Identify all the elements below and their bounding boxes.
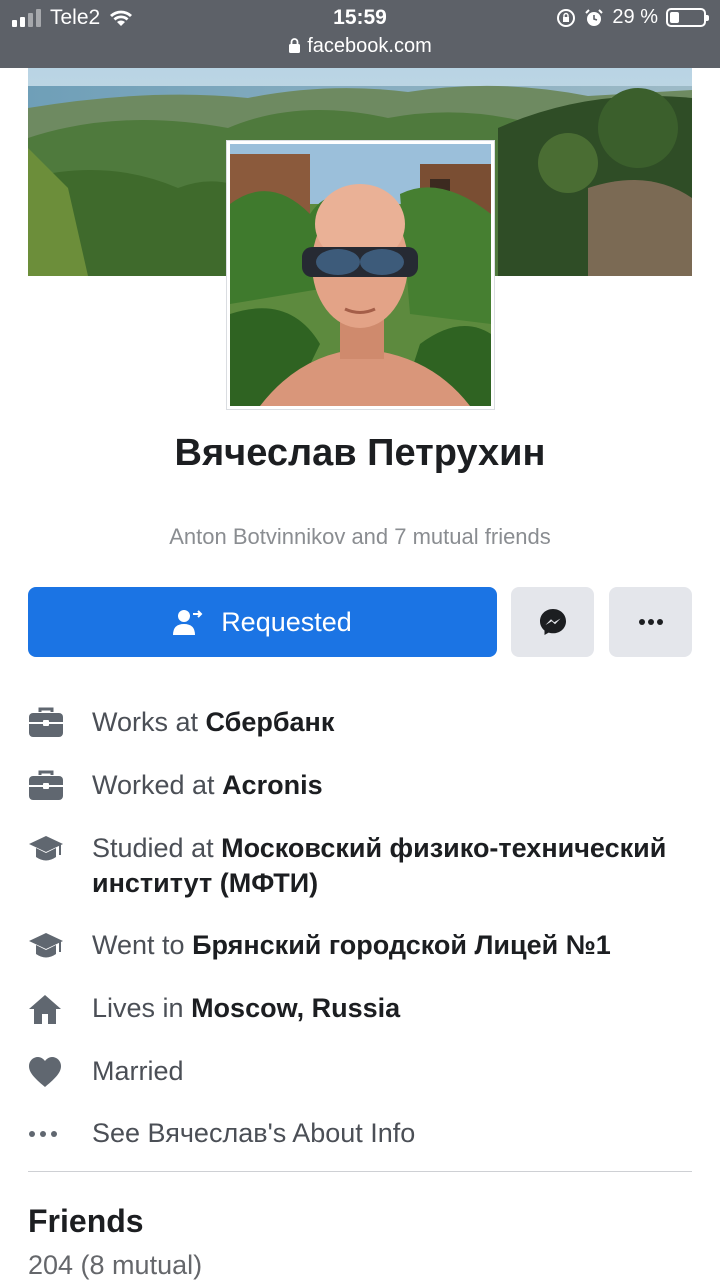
info-value[interactable]: Moscow, Russia <box>191 993 400 1023</box>
message-button[interactable] <box>511 587 594 657</box>
info-value[interactable]: Acronis <box>222 770 323 800</box>
info-row-location[interactable]: Lives in Moscow, Russia <box>28 991 692 1026</box>
graduation-cap-icon <box>28 831 64 866</box>
see-about-info-link[interactable]: See Вячеслав's About Info <box>28 1116 692 1151</box>
friends-count[interactable]: 204 (8 mutual) <box>28 1250 202 1280</box>
profile-photo-image <box>230 144 491 406</box>
graduation-cap-icon <box>28 928 64 963</box>
orientation-lock-icon <box>557 8 576 27</box>
info-prefix: Went to <box>92 930 193 960</box>
friend-request-sent-icon <box>173 610 203 635</box>
info-prefix: Studied at <box>92 833 222 863</box>
info-row-relationship[interactable]: Married <box>28 1054 692 1089</box>
profile-picture[interactable] <box>226 140 495 410</box>
heart-icon <box>28 1054 64 1089</box>
info-row-education-university[interactable]: Studied at Московский физико-технический… <box>28 831 692 901</box>
info-value[interactable]: Брянский городской Лицей №1 <box>192 930 611 960</box>
info-value[interactable]: Сбербанк <box>206 707 335 737</box>
info-prefix: Lives in <box>92 993 192 1023</box>
battery-percent: 29 % <box>612 6 658 28</box>
info-prefix: Works at <box>92 707 206 737</box>
address-bar[interactable]: facebook.com <box>0 35 720 58</box>
briefcase-icon <box>28 705 64 740</box>
more-dots-icon <box>28 1116 64 1151</box>
more-options-button[interactable] <box>609 587 692 657</box>
alarm-icon <box>585 8 604 26</box>
friends-heading: Friends <box>28 1203 144 1239</box>
requested-label: Requested <box>221 606 352 637</box>
lock-icon <box>289 38 301 53</box>
info-prefix: Worked at <box>92 770 223 800</box>
mutual-friends-link[interactable]: Anton Botvinnikov and 7 mutual friends <box>0 524 720 550</box>
status-bar: Tele2 15:59 facebook.com 29 % <box>0 0 720 68</box>
info-row-past-work[interactable]: Worked at Acronis <box>28 768 692 803</box>
see-about-label: See Вячеслав's About Info <box>92 1118 416 1148</box>
home-icon <box>28 991 64 1026</box>
section-divider <box>28 1171 692 1172</box>
more-icon <box>638 619 663 625</box>
profile-name: Вячеслав Петрухин <box>174 432 546 474</box>
messenger-icon <box>539 609 566 635</box>
requested-button[interactable]: Requested <box>28 587 497 657</box>
info-text: Married <box>92 1056 184 1086</box>
briefcase-icon <box>28 768 64 803</box>
battery-icon <box>666 8 709 27</box>
info-row-work[interactable]: Works at Сбербанк <box>28 705 692 740</box>
status-right: 29 % <box>556 6 709 29</box>
info-row-education-school[interactable]: Went to Брянский городской Лицей №1 <box>28 928 692 963</box>
url-text: facebook.com <box>307 35 432 57</box>
